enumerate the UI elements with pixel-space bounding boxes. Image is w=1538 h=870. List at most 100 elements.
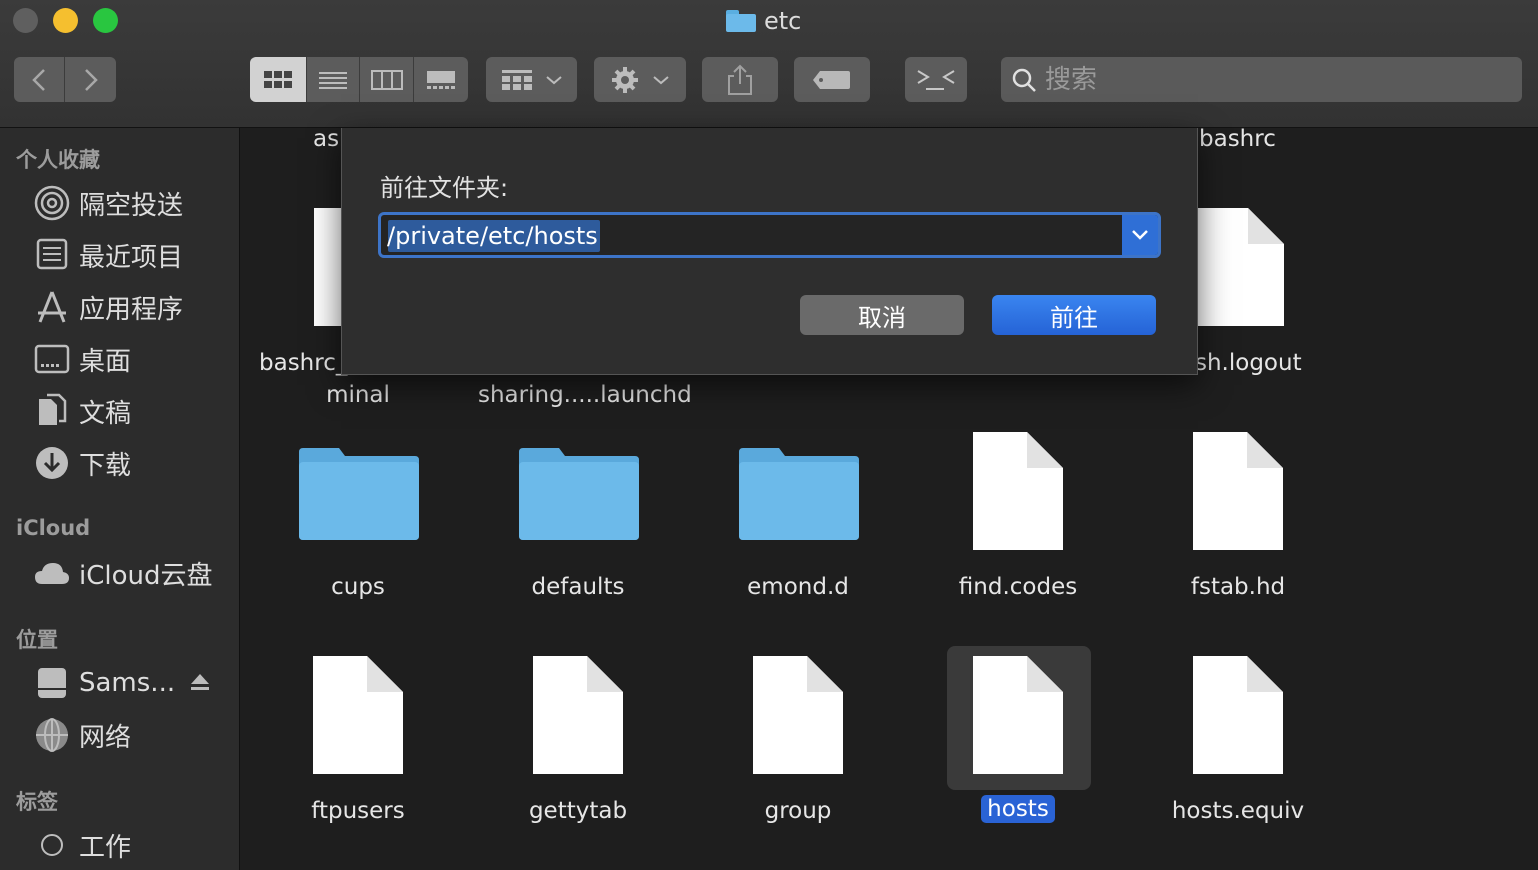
file-label: fstab.hd	[1190, 574, 1286, 600]
navigation-buttons	[14, 57, 116, 102]
go-button[interactable]: 前往	[992, 295, 1156, 335]
sidebar-item-applications[interactable]: 应用程序	[33, 287, 233, 327]
chevron-down-icon	[1132, 230, 1148, 240]
action-button[interactable]	[594, 57, 686, 102]
chevron-down-icon	[653, 75, 669, 84]
share-icon	[728, 64, 752, 95]
chevron-left-icon	[32, 68, 45, 91]
path-dropdown-button[interactable]	[1122, 215, 1158, 255]
icon-view-icon	[264, 70, 292, 88]
go-to-folder-dialog: 前往文件夹: 取消 前往	[341, 128, 1198, 375]
network-icon	[33, 716, 71, 754]
document-icon	[973, 656, 1063, 774]
sidebar-item-label: 网络	[79, 722, 132, 753]
tag-icon	[813, 70, 850, 89]
document-icon	[1193, 432, 1283, 550]
file-label[interactable]: sharing.....launchd	[478, 382, 692, 408]
window-title-bar: etc	[726, 6, 801, 36]
tag-circle-icon	[33, 826, 71, 864]
airdrop-icon	[33, 184, 71, 222]
file-label[interactable]: minal	[258, 382, 458, 408]
recents-icon	[33, 236, 71, 274]
sidebar-item-label: 工作	[79, 832, 132, 863]
sidebar-item-label: 桌面	[79, 346, 132, 377]
file-label[interactable]: bashrc	[1199, 128, 1319, 152]
file-label: defaults	[531, 574, 625, 600]
file-label: group	[764, 798, 832, 824]
search-icon	[1012, 68, 1036, 92]
view-mode-control	[250, 57, 468, 102]
dialog-prompt: 前往文件夹:	[380, 174, 509, 202]
sidebar-header-icloud: iCloud	[16, 516, 91, 540]
file-label[interactable]: sh.logout	[1195, 350, 1335, 376]
minimize-window-button[interactable]	[53, 8, 78, 33]
file-label-container: hosts	[918, 795, 1118, 823]
list-view-button[interactable]	[307, 57, 360, 102]
tag-button[interactable]	[794, 57, 870, 102]
sidebar-item-icloud-drive[interactable]: iCloud云盘	[33, 553, 233, 593]
sidebar-item-label: 应用程序	[79, 294, 184, 325]
cancel-button[interactable]: 取消	[800, 295, 964, 335]
sidebar-item-label: 隔空投送	[79, 190, 184, 221]
path-input[interactable]	[387, 219, 1127, 253]
document-icon	[1193, 656, 1283, 774]
file-label: ftpusers	[311, 798, 405, 824]
sidebar-item-label: 下载	[79, 450, 132, 481]
folder-icon	[726, 10, 756, 32]
window-title: etc	[764, 7, 802, 35]
sidebar-item-network[interactable]: 网络	[33, 715, 233, 755]
folder-icon	[739, 448, 859, 540]
file-label: cups	[331, 574, 385, 600]
forward-button[interactable]	[65, 57, 116, 102]
list-view-icon	[319, 71, 347, 89]
column-view-button[interactable]	[360, 57, 414, 102]
sidebar-item-desktop[interactable]: 桌面	[33, 339, 233, 379]
group-by-icon	[501, 69, 532, 90]
icon-view-button[interactable]	[250, 57, 307, 102]
sidebar-item-label: iCloud云盘	[79, 560, 213, 591]
file-label: emond.d	[747, 574, 849, 600]
search-field[interactable]	[1001, 57, 1522, 102]
sidebar-item-label: 文稿	[79, 398, 132, 429]
sidebar: 个人收藏 隔空投送 最近项目 应用程序 桌面 文稿 下载 iCloud iClo…	[0, 128, 240, 870]
file-label: hosts	[981, 795, 1055, 823]
disk-icon	[33, 664, 71, 702]
file-label: gettytab	[528, 798, 628, 824]
folder-icon	[519, 448, 639, 540]
documents-icon	[33, 392, 71, 430]
downloads-icon	[33, 444, 71, 482]
chevron-right-icon	[84, 68, 98, 91]
sidebar-header-locations: 位置	[16, 628, 58, 652]
sidebar-header-tags: 标签	[16, 790, 58, 814]
sidebar-item-recents[interactable]: 最近项目	[33, 235, 233, 275]
sidebar-item-airdrop[interactable]: 隔空投送	[33, 183, 233, 223]
gallery-view-button[interactable]	[414, 57, 468, 102]
zoom-window-button[interactable]	[93, 8, 118, 33]
sidebar-item-tag-work[interactable]: 工作	[33, 825, 233, 865]
sidebar-item-downloads[interactable]: 下载	[33, 443, 233, 483]
sidebar-item-documents[interactable]: 文稿	[33, 391, 233, 431]
file-label: find.codes	[958, 574, 1078, 600]
gallery-view-icon	[427, 70, 455, 89]
desktop-icon	[33, 340, 71, 378]
document-icon[interactable]	[1198, 208, 1284, 326]
file-label: hosts.equiv	[1171, 798, 1305, 824]
gear-icon	[612, 66, 638, 93]
eject-icon[interactable]	[189, 672, 211, 692]
document-icon	[973, 432, 1063, 550]
sidebar-item-label: 最近项目	[79, 242, 184, 273]
sidebar-header-favorites: 个人收藏	[16, 148, 100, 172]
search-input[interactable]	[1045, 64, 1505, 95]
column-view-icon	[370, 69, 403, 90]
path-combo-box[interactable]	[378, 212, 1161, 258]
document-icon	[753, 656, 843, 774]
share-button[interactable]	[702, 57, 778, 102]
document-icon	[533, 656, 623, 774]
back-button[interactable]	[14, 57, 65, 102]
window-toolbar: etc	[0, 0, 1538, 128]
group-by-button[interactable]	[486, 57, 577, 102]
cloud-icon	[33, 554, 71, 592]
close-window-button[interactable]	[13, 8, 38, 33]
document-icon[interactable]	[314, 208, 344, 326]
open-terminal-button[interactable]	[905, 57, 967, 102]
